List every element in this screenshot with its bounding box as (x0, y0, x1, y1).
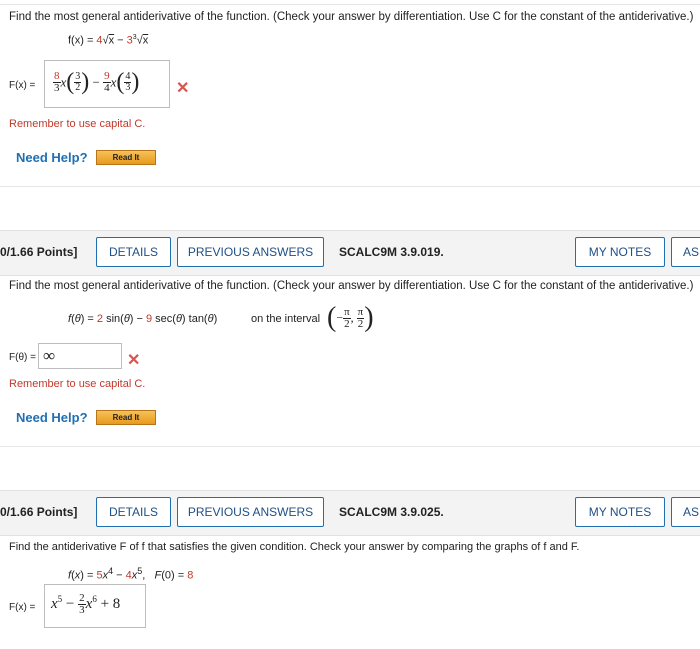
problem3-points: 0/1.66 Points] (0, 505, 78, 519)
problem2-interval-text: on the interval (251, 313, 321, 325)
problem1-function: f(x) = 4√x − 33√x (68, 34, 149, 47)
problem2-need-help: Need Help? (16, 410, 88, 425)
incorrect-x-icon: ✕ (127, 352, 141, 369)
problem1-divider (0, 186, 700, 187)
problem2-read-it-button[interactable]: Read It (96, 410, 156, 425)
problem2-code: SCALC9M 3.9.019. (339, 245, 444, 259)
problem3-answer-input[interactable]: x5 − 2 3 x6 + 8 (44, 584, 146, 628)
problem2-prompt: Find the most general antiderivative of … (9, 280, 694, 292)
problem2-points: 0/1.66 Points] (0, 245, 78, 259)
problem3-answer-expression: x5 − 2 3 x6 + 8 (51, 592, 121, 616)
problem2-details-button[interactable]: DETAILS (96, 237, 171, 267)
problem2-ask-button[interactable]: AS (671, 237, 700, 267)
problem3-ask-button[interactable]: AS (671, 497, 700, 527)
problem3-answer-label: F(x) = (9, 602, 36, 613)
problem2-answer-input[interactable]: ∞ (38, 343, 122, 369)
problem2-answer-label: F(θ) = (9, 352, 36, 363)
problem1-reminder: Remember to use capital C. (9, 118, 146, 130)
problem3-prompt: Find the antiderivative F of f that sati… (9, 541, 580, 553)
problem1-answer-label: F(x) = (9, 80, 36, 91)
problem1-answer-input[interactable]: 8 3 x(3 2) − 9 4 x(4 3) (44, 60, 170, 108)
problem3-my-notes-button[interactable]: MY NOTES (575, 497, 665, 527)
problem3-details-button[interactable]: DETAILS (96, 497, 171, 527)
top-divider (0, 4, 700, 5)
incorrect-x-icon: ✕ (176, 80, 190, 97)
problem2-reminder: Remember to use capital C. (9, 378, 146, 390)
problem2-divider (0, 446, 700, 447)
problem3-code: SCALC9M 3.9.025. (339, 505, 444, 519)
problem1-answer-expression: 8 3 x(3 2) − 9 4 x(4 3) (53, 69, 140, 95)
problem2-interval: (− π 2, π 2) (327, 302, 374, 333)
problem2-previous-answers-button[interactable]: PREVIOUS ANSWERS (177, 237, 324, 267)
problem2-answer-value: ∞ (43, 346, 56, 365)
problem2-my-notes-button[interactable]: MY NOTES (575, 237, 665, 267)
problem1-read-it-button[interactable]: Read It (96, 150, 156, 165)
problem2-function: f(θ) = 2 sin(θ) − 9 sec(θ) tan(θ) (68, 313, 218, 325)
problem1-prompt: Find the most general antiderivative of … (9, 11, 694, 23)
problem3-previous-answers-button[interactable]: PREVIOUS ANSWERS (177, 497, 324, 527)
problem3-function: f(x) = 5x4 − 4x5, F(0) = 8 (68, 566, 194, 582)
problem1-need-help: Need Help? (16, 150, 88, 165)
